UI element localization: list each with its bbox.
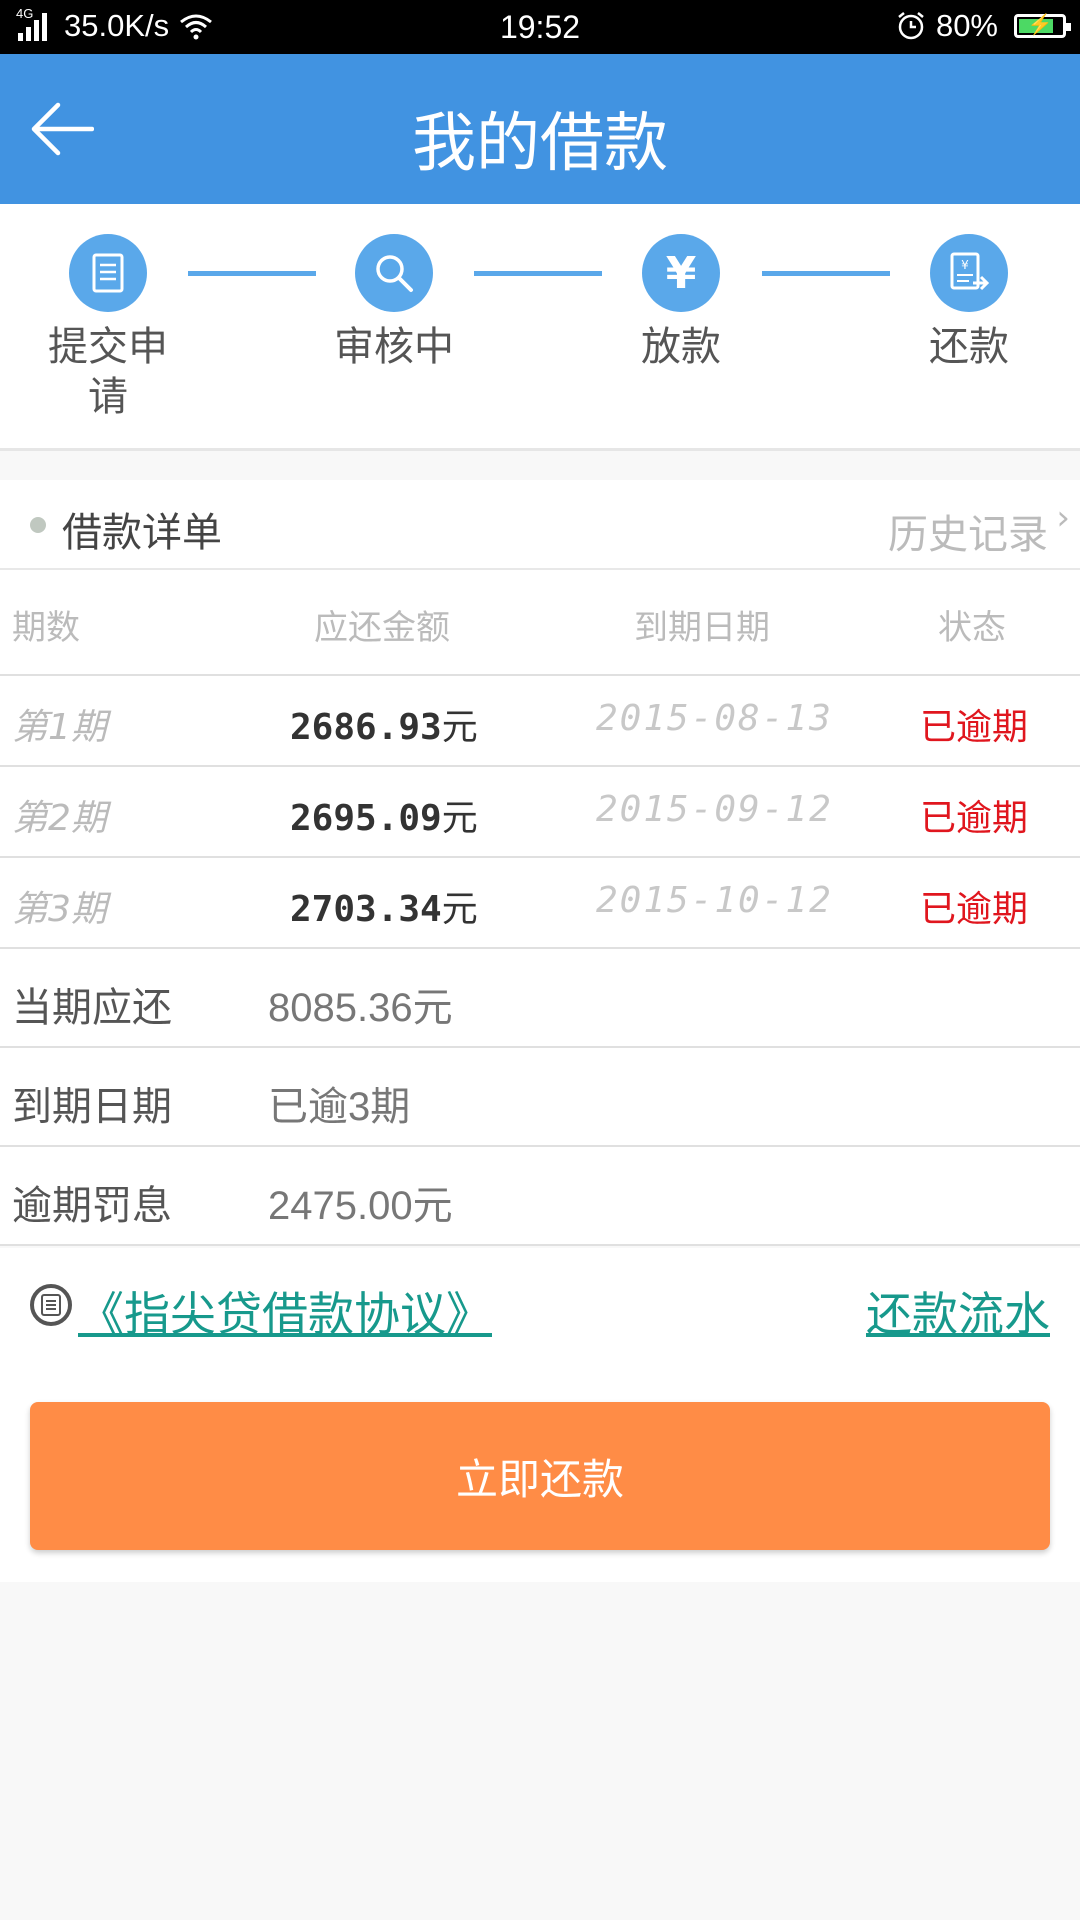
chevron-right-icon[interactable]: › (1056, 498, 1070, 538)
summary-value: 已逾3期 (268, 1085, 411, 1129)
status-cell: 已逾期 (920, 707, 1029, 748)
repayment-flow-link[interactable]: 还款流水 (866, 1278, 1050, 1344)
header-amount: 应还金额 (314, 608, 450, 648)
step-connector (188, 271, 316, 276)
battery-icon: ⚡ (1014, 14, 1071, 38)
date-cell: 2015-09-12 (596, 789, 833, 830)
summary-value: 2475.00元 (268, 1184, 453, 1228)
amount-unit: 元 (441, 889, 478, 930)
summary-due-now: 当期应还 8085.36元 (0, 949, 1080, 1048)
step-review: 审核中 (299, 234, 489, 372)
amount-unit: 元 (441, 798, 478, 839)
amount-cell: 2686.93元 (290, 698, 478, 750)
date-cell: 2015-08-13 (596, 698, 833, 739)
step-label: 审核中 (334, 324, 454, 370)
step-repay: ¥ 还款 (874, 234, 1064, 372)
period-cell: 第2期 (12, 798, 107, 839)
summary-label: 当期应还 (12, 985, 172, 1031)
bullet-dot (30, 517, 46, 533)
alarm-icon (898, 12, 924, 40)
date-cell: 2015-10-12 (596, 880, 833, 921)
header-date: 到期日期 (634, 608, 770, 648)
status-cell: 已逾期 (920, 798, 1029, 839)
step-label: 放款 (641, 324, 721, 370)
section-title: 借款详单 (62, 510, 222, 556)
summary-penalty: 逾期罚息 2475.00元 (0, 1147, 1080, 1246)
status-bar: 4G 35.0K/s 19:52 80% ⚡ (0, 0, 1080, 54)
battery-percent: 80% (935, 8, 998, 43)
summary-label: 到期日期 (12, 1084, 172, 1130)
period-cell: 第3期 (12, 889, 107, 930)
repay-bill-icon: ¥ (930, 234, 1008, 312)
step-disburse: ¥ 放款 (586, 234, 776, 372)
status-cell: 已逾期 (920, 889, 1029, 930)
progress-steps: 提交申请 审核中 ¥ 放款 ¥ 还款 (0, 204, 1080, 451)
summary-due-date: 到期日期 已逾3期 (0, 1048, 1080, 1147)
summary-label: 逾期罚息 (12, 1183, 172, 1229)
status-right: 80% ⚡ (896, 8, 1071, 44)
amount-cell: 2695.09元 (290, 789, 478, 841)
step-connector (762, 271, 890, 276)
summary-value: 8085.36元 (268, 986, 453, 1030)
amount-value: 2695.09 (290, 798, 442, 839)
amount-unit: 元 (441, 707, 478, 748)
repayment-table: 期数 应还金额 到期日期 状态 第1期 2686.93元 2015-08-13 … (0, 570, 1080, 1246)
step-label: 还款 (929, 324, 1009, 370)
amount-value: 2686.93 (290, 707, 442, 748)
table-row: 第1期 2686.93元 2015-08-13 已逾期 (0, 676, 1080, 767)
header-period: 期数 (12, 608, 80, 648)
loan-agreement-link[interactable]: 《指尖贷借款协议》 (78, 1278, 492, 1344)
loan-details-header: 借款详单 历史记录 › (0, 480, 1080, 570)
page-title: 我的借款 (412, 107, 668, 181)
search-icon (355, 234, 433, 312)
pay-now-button[interactable]: 立即还款 (30, 1402, 1050, 1550)
table-row: 第2期 2695.09元 2015-09-12 已逾期 (0, 767, 1080, 858)
table-header: 期数 应还金额 到期日期 状态 (0, 570, 1080, 676)
agreement-doc-icon[interactable] (30, 1284, 72, 1326)
header-status: 状态 (938, 608, 1006, 648)
amount-cell: 2703.34元 (290, 880, 478, 932)
step-connector (474, 271, 602, 276)
amount-value: 2703.34 (290, 889, 442, 930)
svg-text:¥: ¥ (961, 258, 969, 272)
document-icon (69, 234, 147, 312)
history-link[interactable]: 历史记录 (888, 502, 1048, 560)
title-bar: 我的借款 (0, 54, 1080, 204)
step-label: 提交申请 (48, 324, 168, 420)
table-row: 第3期 2703.34元 2015-10-12 已逾期 (0, 858, 1080, 949)
action-area: 《指尖贷借款协议》 还款流水 立即还款 (0, 1248, 1080, 1582)
yen-icon: ¥ (642, 234, 720, 312)
period-cell: 第1期 (12, 707, 107, 748)
step-submit: 提交申请 (13, 234, 203, 422)
